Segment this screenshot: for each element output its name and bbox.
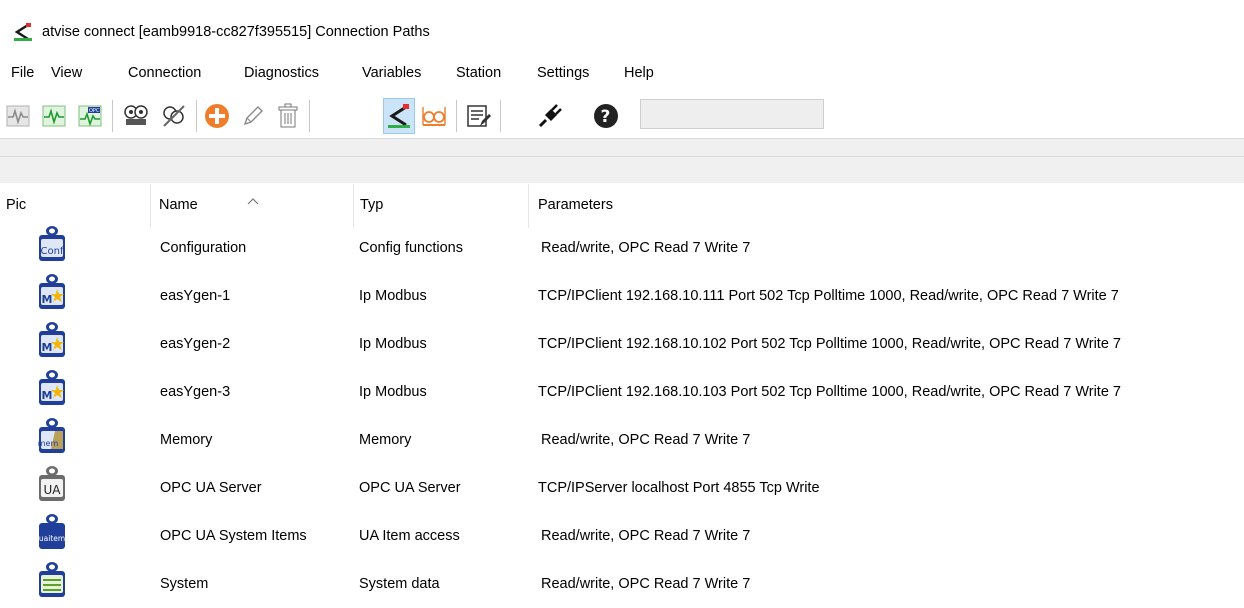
row-icon-label: UA	[44, 483, 62, 497]
modbus-icon: M	[38, 368, 66, 406]
svg-text:?: ?	[601, 107, 611, 127]
svg-text:OPC: OPC	[89, 108, 100, 114]
table-row[interactable]: M easYgen-1 Ip Modbus TCP/IPClient 192.1…	[0, 272, 1244, 320]
table-row[interactable]: mem Memory Memory Read/write, OPC Read 7…	[0, 416, 1244, 464]
column-header-typ[interactable]: Typ	[360, 197, 383, 213]
row-icon-label: uaitem	[39, 534, 65, 543]
row-name: easYgen-3	[160, 384, 231, 400]
row-name: Configuration	[160, 240, 247, 256]
modbus-icon: M	[38, 320, 66, 358]
row-params: TCP/IPClient 192.168.10.111 Port 502 Tcp…	[538, 288, 1119, 304]
title-bar: atvise connect [eamb9918-cc827f395515] C…	[0, 0, 1244, 58]
memory-icon: mem	[38, 416, 66, 454]
row-typ: Ip Modbus	[359, 336, 427, 352]
share-app-icon	[13, 22, 33, 42]
row-name: OPC UA System Items	[160, 528, 307, 544]
toolbar-separator	[112, 100, 113, 132]
window-title: atvise connect [eamb9918-cc827f395515] C…	[42, 24, 430, 40]
row-icon-label: M	[42, 293, 53, 306]
row-typ: System data	[359, 576, 440, 592]
menu-file[interactable]: File	[11, 65, 34, 81]
row-name: easYgen-1	[160, 288, 231, 304]
menu-diagnostics[interactable]: Diagnostics	[244, 65, 319, 81]
row-params: TCP/IPServer localhost Port 4855 Tcp Wri…	[538, 480, 820, 496]
table-row[interactable]: System System data Read/write, OPC Read …	[0, 560, 1244, 608]
uaitem-icon: uaitem	[38, 512, 66, 550]
table-row[interactable]: UA OPC UA Server OPC UA Server TCP/IPSer…	[0, 464, 1244, 512]
row-name: Memory	[160, 432, 213, 448]
delete-icon[interactable]	[272, 98, 304, 134]
row-params: TCP/IPClient 192.168.10.102 Port 502 Tcp…	[538, 336, 1121, 352]
panel-gap	[0, 157, 1244, 183]
glasses-icon[interactable]	[418, 98, 450, 134]
column-header-name[interactable]: Name	[159, 197, 198, 213]
table-row[interactable]: M easYgen-2 Ip Modbus TCP/IPClient 192.1…	[0, 320, 1244, 368]
row-params: Read/write, OPC Read 7 Write 7	[541, 528, 751, 544]
menu-settings[interactable]: Settings	[537, 65, 589, 81]
column-divider	[150, 184, 151, 228]
row-typ: Memory	[359, 432, 412, 448]
menu-station[interactable]: Station	[456, 65, 501, 81]
opc-pulse-icon[interactable]: OPC	[74, 98, 106, 134]
column-header-pic[interactable]: Pic	[6, 197, 26, 213]
ua-server-icon: UA	[38, 464, 66, 502]
menu-connection[interactable]: Connection	[128, 65, 201, 81]
row-name: OPC UA Server	[160, 480, 262, 496]
toolbar-field[interactable]	[640, 99, 824, 129]
row-typ: Config functions	[359, 240, 463, 256]
add-icon[interactable]	[201, 98, 233, 134]
row-params: Read/write, OPC Read 7 Write 7	[541, 240, 751, 256]
table-row[interactable]: M easYgen-3 Ip Modbus TCP/IPClient 192.1…	[0, 368, 1244, 416]
toolbar-separator	[500, 100, 501, 132]
pulse-green-icon[interactable]	[38, 98, 70, 134]
row-params: Read/write, OPC Read 7 Write 7	[541, 432, 751, 448]
disconnect-icon[interactable]	[158, 98, 190, 134]
system-icon	[38, 560, 66, 598]
row-icon-label: mem	[38, 439, 58, 448]
row-typ: Ip Modbus	[359, 288, 427, 304]
conf-icon: Conf	[38, 224, 66, 262]
modbus-icon: M	[38, 272, 66, 310]
menu-variables[interactable]: Variables	[362, 65, 421, 81]
row-icon-label: Conf	[41, 246, 64, 257]
filter-strip	[0, 138, 1244, 157]
row-icon-label: M	[42, 389, 53, 402]
list-edit-icon[interactable]	[463, 98, 495, 134]
share-icon[interactable]	[383, 98, 415, 134]
menu-view[interactable]: View	[51, 65, 82, 81]
toolbar-separator	[456, 100, 457, 132]
toolbar-separator	[196, 100, 197, 132]
row-typ: OPC UA Server	[359, 480, 461, 496]
column-divider	[528, 184, 529, 228]
row-name: System	[160, 576, 209, 592]
row-typ: UA Item access	[359, 528, 460, 544]
connect-icon[interactable]	[120, 98, 152, 134]
pulse-icon[interactable]	[2, 98, 34, 134]
row-name: easYgen-2	[160, 336, 231, 352]
column-header-parameters[interactable]: Parameters	[538, 197, 613, 213]
row-icon-label: M	[42, 341, 53, 354]
column-divider	[353, 184, 354, 228]
table-row[interactable]: Conf Configuration Config functions Read…	[0, 224, 1244, 272]
plug-icon[interactable]	[534, 98, 566, 134]
row-params: TCP/IPClient 192.168.10.103 Port 502 Tcp…	[538, 384, 1121, 400]
row-params: Read/write, OPC Read 7 Write 7	[541, 576, 751, 592]
sort-ascending-icon	[247, 192, 259, 208]
help-icon[interactable]: ?	[590, 98, 622, 134]
edit-icon[interactable]	[237, 98, 269, 134]
toolbar-separator	[309, 100, 310, 132]
table-row[interactable]: uaitem OPC UA System Items UA Item acces…	[0, 512, 1244, 560]
menu-help[interactable]: Help	[624, 65, 654, 81]
row-typ: Ip Modbus	[359, 384, 427, 400]
